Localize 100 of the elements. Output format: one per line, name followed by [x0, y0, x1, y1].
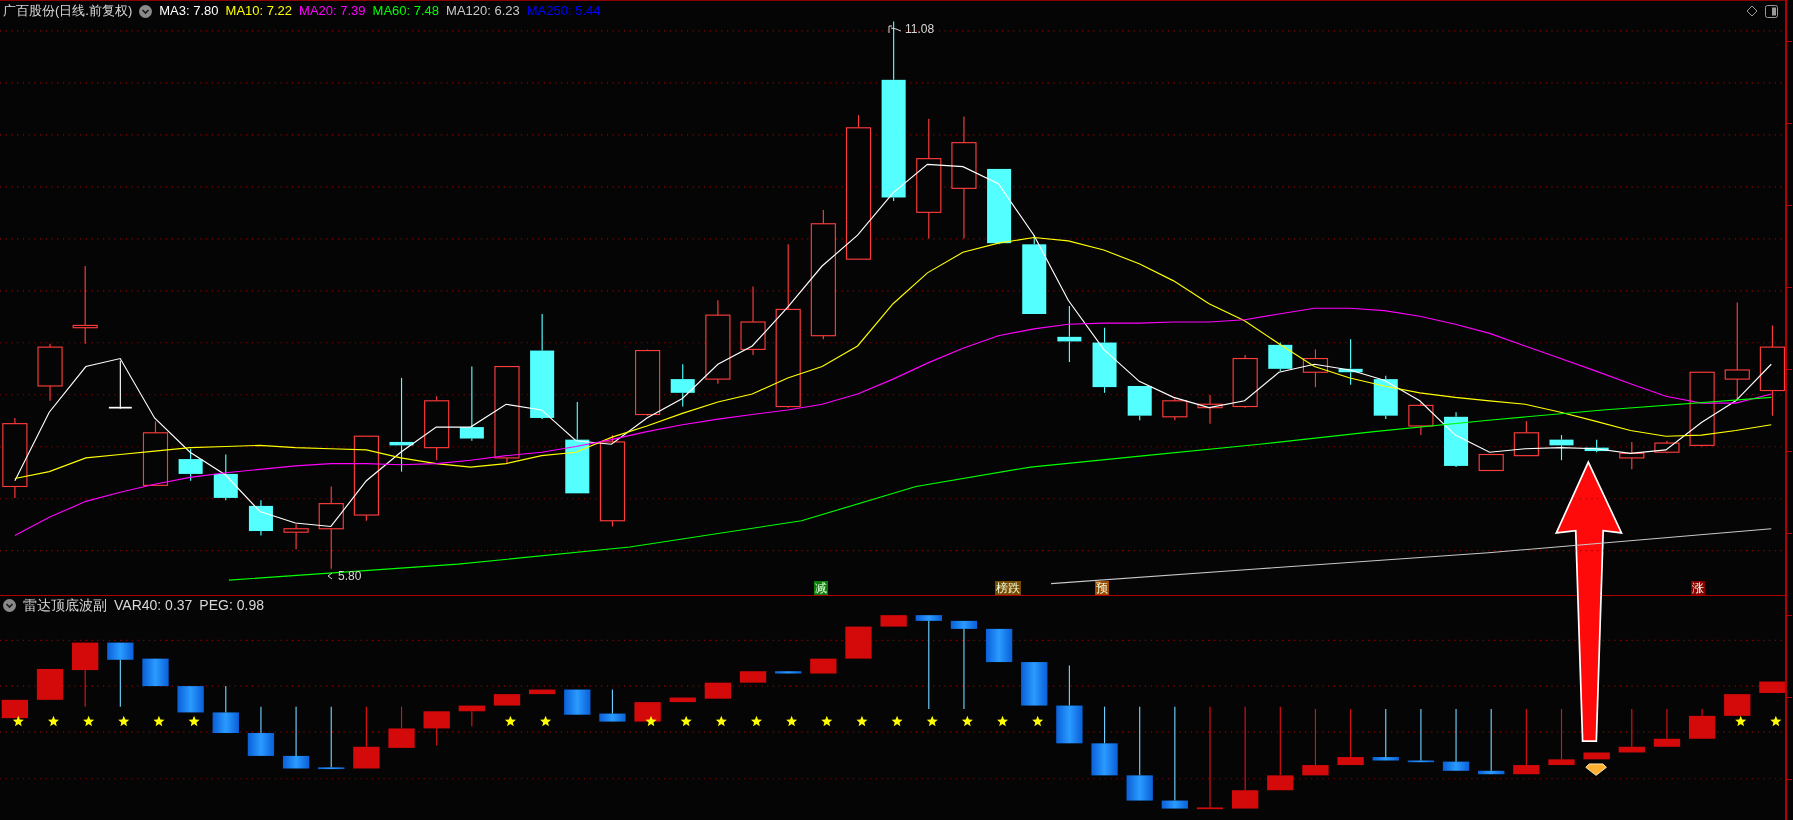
ma-value: MA20: 7.39: [299, 2, 366, 21]
candlestick: [283, 523, 309, 550]
indicator-bar: [1548, 708, 1575, 766]
candlestick: [1092, 327, 1117, 394]
star-icon: [1770, 715, 1782, 727]
indicator-bar: [72, 642, 99, 708]
candlestick: [213, 453, 238, 501]
panel-toggle-icon[interactable]: [1765, 4, 1778, 18]
signal-tag: 涨: [1691, 581, 1706, 595]
indicator-bar: [1724, 694, 1751, 716]
indicator-bar: [1021, 662, 1048, 706]
star-icon: [680, 715, 692, 727]
star-icon: [504, 715, 516, 727]
indicator-bar: [212, 685, 239, 733]
ma-value: MA3: 7.80: [159, 2, 219, 21]
candlestick: [1478, 453, 1504, 472]
candlestick: [1232, 354, 1258, 409]
candlestick: [108, 360, 133, 410]
flag-icon: [888, 25, 902, 33]
indicator-bar: [845, 626, 872, 659]
indicator-bar: [177, 686, 204, 713]
candlestick: [1197, 394, 1223, 425]
indicator-bar: [704, 682, 732, 699]
indicator-bar: [318, 706, 345, 770]
indicator-bar: [1513, 708, 1540, 775]
indicator-bar: [1407, 708, 1435, 763]
indicator-bar: [1583, 752, 1610, 760]
indicator-bar: [669, 697, 696, 703]
pointer-icon: [327, 572, 335, 580]
candlestick: [1302, 348, 1329, 388]
candlestick: [1162, 397, 1188, 421]
candlestick: [1408, 402, 1434, 436]
signal-tag: 榜跌: [995, 581, 1021, 595]
indicator-bar: [247, 706, 275, 756]
ma-value: MA250: 5.44: [526, 2, 601, 21]
indicator-bar: [985, 628, 1013, 663]
signal-tag: 减: [814, 581, 829, 595]
star-icon: [1032, 715, 1044, 727]
star-icon: [83, 715, 95, 727]
indicator-bar: [1478, 708, 1505, 775]
indicator-bar: [564, 689, 591, 715]
stock-title: 广百股份(日线.前复权): [3, 2, 133, 21]
star-icon: [751, 715, 762, 727]
diamond-icon[interactable]: [1746, 5, 1758, 17]
indicator-bar: [36, 668, 64, 700]
indicator-bar: [810, 658, 837, 674]
candlestick: [1619, 441, 1645, 470]
indicator-bar: [1372, 708, 1399, 761]
star-icon: [188, 715, 200, 727]
indicator-bar: [1337, 708, 1364, 766]
indicator-bar: [775, 671, 802, 674]
candlestick: [740, 286, 766, 356]
star-icon: [715, 715, 727, 727]
star-icon: [926, 715, 938, 727]
dropdown-icon[interactable]: [3, 598, 16, 612]
indicator-bar: [1091, 706, 1118, 776]
star-icon: [12, 715, 24, 727]
indicator-bar: [1302, 708, 1329, 776]
indicator-bar: [107, 642, 134, 708]
indicator-bar: [458, 705, 485, 727]
star-icon: [645, 715, 657, 727]
indicator-value: VAR40: 0.37: [114, 595, 193, 615]
indicator-bar: [423, 711, 450, 747]
indicator-title: 雷达顶底波副: [23, 595, 107, 615]
indicator-bar: [1759, 681, 1785, 693]
indicator-bar: [880, 615, 907, 627]
high-price-label: 11.08: [905, 21, 935, 38]
candlestick: [424, 395, 450, 461]
candlestick: [1444, 411, 1469, 468]
star-icon: [118, 715, 130, 727]
star-icon: [540, 715, 552, 727]
candlestick: [1584, 439, 1609, 453]
indicator-bar: [1618, 708, 1645, 753]
signal-tag: 预: [1094, 581, 1109, 595]
low-price-label: 5.80: [338, 568, 362, 585]
ma-value: MA60: 7.48: [372, 2, 440, 21]
indicator-bar: [1688, 708, 1716, 739]
candlestick: [1057, 305, 1082, 363]
candlestick: [1513, 420, 1539, 457]
indicator-bar: [282, 706, 310, 769]
indicator-bar: [1653, 708, 1681, 747]
candlestick: [670, 363, 695, 408]
indicator-bar: [739, 671, 767, 683]
star-icon: [786, 715, 798, 727]
indicator-bar: [599, 688, 626, 722]
gem-icon: [1585, 763, 1607, 776]
indicator-bar: [353, 706, 380, 769]
indicator-bar: [388, 706, 415, 748]
candlestick: [248, 499, 273, 537]
star-icon: [961, 715, 973, 727]
indicator-bar: [1, 699, 29, 719]
candlestick: [1127, 385, 1152, 421]
star-icon: [856, 715, 868, 727]
star-icon: [821, 715, 833, 727]
candlestick: [142, 420, 169, 486]
ma-value: MA120: 6.23: [446, 2, 520, 21]
indicator-value: PEG: 0.98: [199, 595, 264, 615]
dropdown-icon[interactable]: [139, 4, 153, 18]
star-icon: [47, 715, 59, 727]
candlestick: [37, 343, 63, 402]
